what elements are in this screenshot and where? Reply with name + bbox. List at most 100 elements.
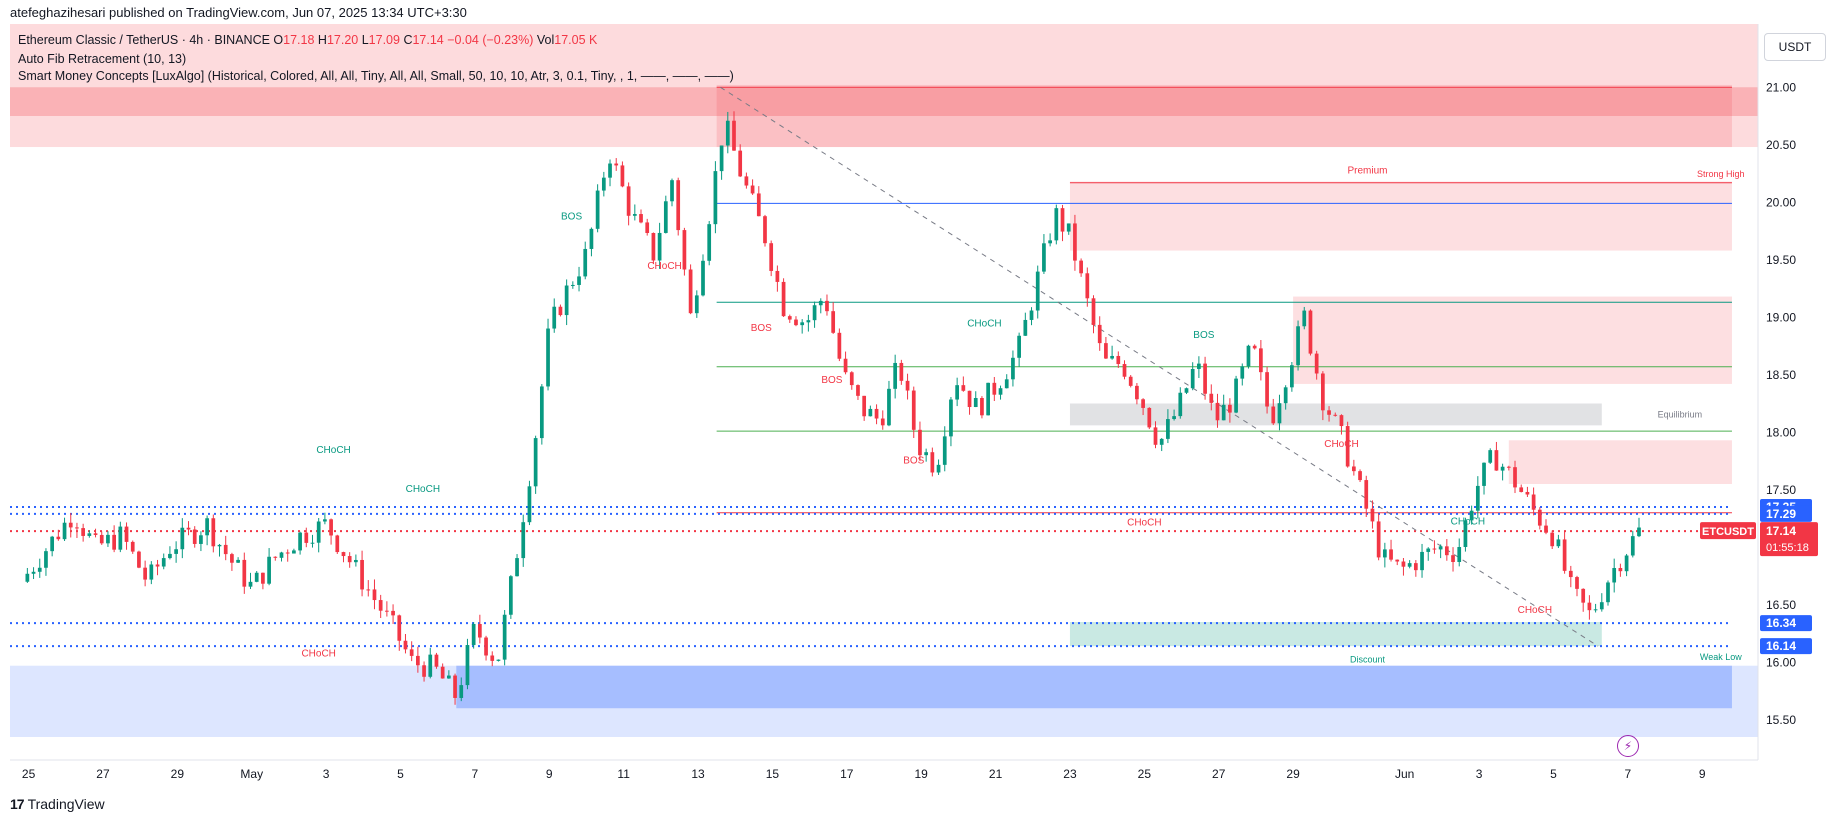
candle-body-34	[236, 559, 240, 563]
zone-supply-3	[1508, 440, 1732, 484]
annotation-label-2: CHoCH	[301, 649, 335, 660]
candle-body-74	[484, 637, 488, 656]
candle-body-249	[1568, 570, 1573, 578]
candle-body-94	[608, 163, 612, 178]
candle-body-33	[230, 554, 234, 563]
x-tick-label-20: 5	[1550, 767, 1557, 781]
candle-body-50	[335, 535, 340, 553]
candle-body-219	[1382, 549, 1387, 558]
candle-body-158	[1004, 379, 1009, 389]
y-tick-label-4: 17.50	[1766, 483, 1796, 497]
candle-body-228	[1438, 546, 1443, 550]
price-chart[interactable]: CHoCH CHoCH CHoCH BOS CHoCH BOS BOS BOS CHoCH BOS…	[0, 0, 1835, 822]
candle-body-13	[106, 534, 110, 544]
candle-body-134	[856, 385, 860, 396]
candle-body-191	[1209, 393, 1214, 403]
indicator-smc[interactable]: Smart Money Concepts [LuxAlgo] (Historic…	[18, 69, 734, 83]
x-tick-label-7: 9	[546, 767, 553, 781]
candle-body-112	[719, 145, 724, 172]
symbol-name: Ethereum Classic / TetherUS · 4h · BINAN…	[18, 33, 270, 47]
candle-body-177	[1122, 364, 1127, 377]
candle-body-113	[725, 120, 730, 146]
candle-body-110	[707, 224, 712, 261]
candle-body-28	[199, 535, 203, 544]
annotation-label-1: CHoCH	[406, 484, 440, 495]
candle-body-169	[1073, 223, 1077, 261]
x-tick-label-17: 29	[1286, 767, 1300, 781]
candle-body-116	[744, 176, 749, 186]
annotation-label-9: BOS	[1193, 330, 1214, 341]
x-tick-label-12: 19	[915, 767, 929, 781]
candle-body-104	[670, 180, 674, 202]
y-tick-label-8: 19.50	[1766, 253, 1796, 267]
candle-body-71	[465, 645, 470, 686]
candle-body-90	[583, 248, 588, 277]
candle-body-15	[118, 526, 123, 550]
candle-body-190	[1203, 363, 1207, 394]
x-tick-label-19: 3	[1476, 767, 1483, 781]
candle-body-111	[713, 171, 718, 225]
x-tick-label-0: 25	[22, 767, 36, 781]
candle-body-257	[1618, 567, 1623, 572]
candle-body-118	[756, 193, 761, 217]
candle-body-53	[354, 559, 358, 563]
candle-body-117	[750, 185, 755, 194]
candle-body-99	[639, 214, 643, 223]
candle-body-0	[25, 573, 30, 582]
candle-body-86	[558, 306, 563, 316]
candle-body-211	[1333, 414, 1338, 416]
candle-body-157	[998, 388, 1003, 395]
candle-body-179	[1135, 385, 1139, 400]
candle-body-135	[862, 395, 867, 417]
candle-body-62	[409, 649, 414, 656]
candle-body-255	[1606, 582, 1610, 603]
candle-body-2	[37, 567, 42, 572]
x-tick-label-4: 3	[323, 767, 330, 781]
candle-body-83	[539, 386, 544, 439]
candle-body-57	[378, 600, 383, 611]
candle-body-80	[521, 522, 526, 559]
candle-body-225	[1420, 551, 1424, 571]
candle-body-221	[1395, 559, 1400, 562]
candle-body-147	[936, 464, 941, 473]
candle-body-243	[1531, 494, 1536, 510]
candle-body-250	[1575, 577, 1579, 589]
candle-body-256	[1612, 567, 1617, 583]
candle-body-176	[1116, 355, 1121, 365]
candle-body-210	[1327, 410, 1331, 415]
candle-body-89	[577, 276, 581, 285]
lightning-icon[interactable]: ⚡	[1617, 735, 1639, 757]
candle-body-123	[787, 316, 792, 320]
candle-body-143	[911, 390, 916, 430]
candle-body-220	[1389, 549, 1393, 560]
candle-body-238	[1500, 466, 1505, 471]
candle-body-114	[732, 120, 736, 151]
candle-body-126	[806, 320, 811, 323]
candle-body-150	[955, 385, 960, 400]
candle-body-162	[1029, 310, 1034, 320]
volume-label: Vol	[536, 33, 555, 47]
indicator-fib[interactable]: Auto Fib Retracement (10, 13)	[18, 52, 186, 66]
candle-body-206	[1302, 310, 1307, 327]
candle-body-29	[205, 518, 209, 536]
candle-body-227	[1432, 548, 1437, 550]
candle-body-258	[1624, 555, 1629, 572]
candle-body-138	[880, 418, 885, 426]
currency-button[interactable]: USDT	[1764, 33, 1826, 61]
candle-body-17	[130, 541, 135, 552]
annotation-label-12: CHoCH	[1451, 516, 1485, 527]
candle-body-96	[620, 165, 625, 187]
candle-body-131	[837, 332, 842, 359]
tradingview-brand[interactable]: 17 TradingView	[10, 796, 105, 812]
candle-body-63	[416, 655, 420, 666]
candle-body-60	[397, 615, 402, 641]
candle-body-248	[1562, 539, 1567, 571]
candle-body-42	[285, 552, 290, 554]
candle-body-140	[893, 362, 898, 389]
x-tick-label-1: 27	[96, 767, 110, 781]
candle-body-218	[1376, 521, 1381, 558]
candle-body-254	[1599, 602, 1604, 610]
candle-body-121	[775, 270, 780, 282]
candle-body-85	[552, 306, 557, 329]
x-tick-label-6: 7	[472, 767, 479, 781]
